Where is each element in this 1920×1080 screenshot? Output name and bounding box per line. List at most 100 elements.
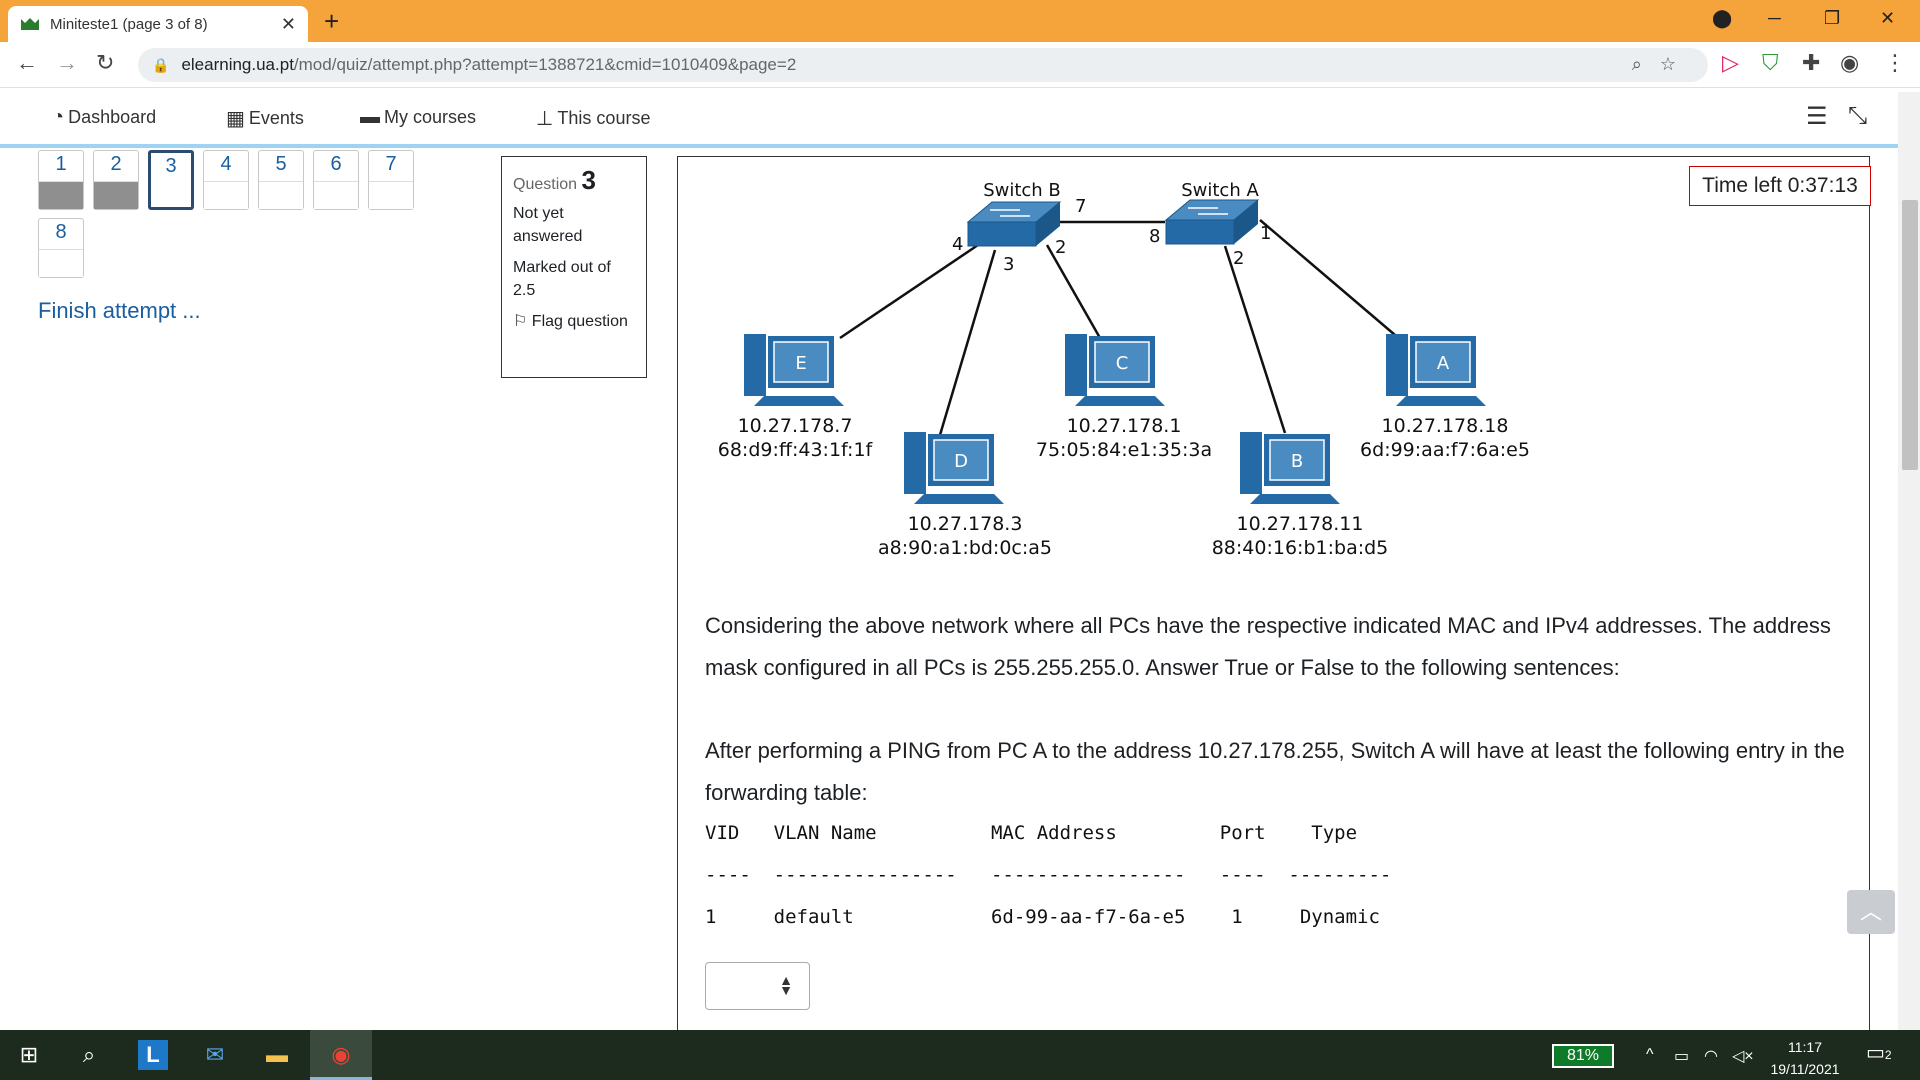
minimize-icon[interactable]: ─ — [1768, 8, 1781, 29]
notification-count: 2 — [1884, 1048, 1892, 1062]
tray-battery-icon[interactable]: ▭ — [1674, 1046, 1689, 1066]
reload-icon[interactable]: ↻ — [96, 50, 114, 76]
extension-play-icon[interactable]: ▷ — [1722, 50, 1739, 76]
browser-toolbar: ← → ↻ 🔒 elearning.ua.pt/mod/quiz/attempt… — [0, 42, 1920, 88]
question-info: Question 3 Not yet answered Marked out o… — [501, 156, 647, 378]
question-state: Not yet answered — [513, 205, 583, 245]
question-statement: After performing a PING from PC A to the… — [705, 738, 1845, 805]
quiz-nav-question-1[interactable]: 1 — [38, 150, 84, 210]
nav-dashboard-label: Dashboard — [68, 107, 157, 127]
calendar-icon: ▦ — [226, 108, 245, 130]
nav-my-courses[interactable]: ▬ My courses — [360, 106, 476, 129]
nav-dashboard[interactable]: ◔ Dashboard — [52, 106, 156, 129]
pc-e-ip: 10.27.178.7 — [738, 415, 853, 437]
pc-b-name: B — [1291, 451, 1303, 472]
file-explorer-icon[interactable]: ▬ — [262, 1040, 292, 1070]
volume-muted-icon[interactable]: ◁× — [1732, 1046, 1754, 1066]
profile-dropdown-icon[interactable]: ⬤ — [1712, 8, 1732, 29]
pc-c-ip: 10.27.178.1 — [1067, 415, 1182, 437]
zoom-bookmark-icons[interactable]: ⌕☆ — [1632, 54, 1694, 75]
switch-b-label: Switch B — [983, 180, 1061, 201]
nav-events[interactable]: ▦ Events — [226, 106, 304, 131]
browser-tab[interactable]: Miniteste1 (page 3 of 8) ✕ — [8, 6, 308, 42]
quiz-nav-question-6[interactable]: 6 — [313, 150, 359, 210]
pc-c-name: C — [1116, 353, 1129, 374]
forwarding-table-header: VID VLAN Name MAC Address Port Type — [705, 822, 1358, 844]
answer-select[interactable]: ▲ ▼ — [705, 962, 810, 1010]
quiz-nav-number: 2 — [110, 153, 122, 175]
clock-time: 11:17 — [1788, 1039, 1822, 1055]
pc-d: D — [904, 432, 1004, 504]
quiz-nav-number: 7 — [385, 153, 397, 175]
switch-a-port-1: 1 — [1260, 223, 1271, 244]
quiz-nav-question-4[interactable]: 4 — [203, 150, 249, 210]
finish-attempt-link[interactable]: Finish attempt ... — [38, 298, 201, 324]
link-switcha-pc-a — [1259, 219, 1396, 336]
switch-b-port-4: 4 — [952, 234, 963, 255]
quiz-nav-number: 8 — [55, 221, 67, 243]
question-state-bar — [369, 181, 413, 209]
quiz-nav-question-8[interactable]: 8 — [38, 218, 84, 278]
restore-icon[interactable]: ❐ — [1824, 8, 1840, 29]
taskbar-app-l-icon[interactable]: L — [138, 1040, 168, 1070]
nav-this-course-label: This course — [557, 108, 651, 128]
switch-b: Switch B — [966, 180, 1062, 247]
flag-question-link[interactable]: ⚐ Flag question — [513, 310, 635, 333]
menu-kebab-icon[interactable]: ⋮ — [1884, 50, 1906, 76]
network-diagram: Switch B 7 4 3 2 Switch A 8 1 2 E 10.27.… — [718, 180, 1530, 559]
question-intro: Considering the above network where all … — [705, 613, 1831, 680]
nav-this-course[interactable]: ⊥ This course — [536, 106, 650, 131]
sitemap-icon: ⊥ — [536, 108, 554, 130]
taskbar-clock[interactable]: 11:17 19/11/2021 — [1760, 1036, 1850, 1080]
wifi-icon[interactable]: ◠ — [1704, 1046, 1718, 1066]
quiz-nav-question-5[interactable]: 5 — [258, 150, 304, 210]
close-window-icon[interactable]: ✕ — [1880, 8, 1895, 29]
pc-e: E — [744, 334, 844, 406]
question-state-bar — [259, 181, 303, 209]
search-icon[interactable]: ⌕ — [74, 1040, 104, 1070]
scrollbar-thumb[interactable] — [1902, 200, 1918, 470]
collapse-fullscreen-icon[interactable]: ⤡ — [1848, 102, 1867, 130]
windows-start-icon[interactable]: ⊞ — [14, 1040, 44, 1070]
notifications-icon[interactable]: ▭2 — [1866, 1040, 1892, 1065]
tab-close-icon[interactable]: ✕ — [281, 14, 296, 35]
switch-b-port-3: 3 — [1003, 254, 1014, 275]
question-state-bar — [204, 181, 248, 209]
profile-avatar-icon[interactable]: ◉ — [1840, 50, 1859, 76]
mail-icon[interactable]: ✉ — [200, 1040, 230, 1070]
forwarding-table-row: 1 default 6d-99-aa-f7-6a-e5 1 Dynamic — [705, 906, 1380, 928]
switch-b-port-7: 7 — [1075, 196, 1086, 217]
quiz-nav-question-3[interactable]: 3 — [148, 150, 194, 210]
quiz-nav-question-2[interactable]: 2 — [93, 150, 139, 210]
battery-indicator[interactable]: 81% — [1552, 1044, 1614, 1068]
extension-shield-icon[interactable]: ⛉ — [1762, 50, 1779, 76]
moodle-favicon-icon — [21, 18, 39, 30]
quiz-nav-number: 6 — [330, 153, 342, 175]
question-state-bar — [39, 181, 83, 209]
block-drawer-icon[interactable]: ☰ — [1806, 102, 1828, 131]
address-bar[interactable]: 🔒 elearning.ua.pt/mod/quiz/attempt.php?a… — [138, 48, 1708, 82]
switch-a-label: Switch A — [1181, 180, 1259, 201]
url-path: /mod/quiz/attempt.php?attempt=1388721&cm… — [293, 55, 797, 74]
quiz-nav-number: 4 — [220, 153, 232, 175]
dashboard-icon: ◔ — [52, 106, 65, 128]
back-icon[interactable]: ← — [16, 50, 38, 76]
flag-question-label: Flag question — [531, 313, 628, 330]
switch-b-port-2: 2 — [1055, 237, 1066, 258]
forward-icon[interactable]: → — [56, 50, 78, 76]
question-label: Question — [513, 176, 578, 193]
select-arrows-icon: ▲ ▼ — [779, 972, 793, 998]
pc-c: C — [1065, 334, 1165, 406]
quiz-nav-question-7[interactable]: 7 — [368, 150, 414, 210]
pc-a-ip: 10.27.178.18 — [1382, 415, 1509, 437]
extensions-puzzle-icon[interactable]: ✚ — [1802, 50, 1820, 76]
question-grade: Marked out of 2.5 — [513, 259, 611, 299]
link-switchb-pc-c — [1045, 244, 1102, 339]
new-tab-button[interactable]: + — [324, 6, 339, 37]
pc-d-ip: 10.27.178.3 — [908, 513, 1023, 535]
forwarding-table-separator: ---- ---------------- ----------------- … — [705, 864, 1392, 886]
quiz-nav-number: 5 — [275, 153, 287, 175]
tray-chevron-up-icon[interactable]: ^ — [1646, 1046, 1654, 1064]
back-to-top-button[interactable]: ︿ — [1847, 890, 1895, 934]
chrome-icon[interactable]: ◉ — [326, 1040, 356, 1070]
